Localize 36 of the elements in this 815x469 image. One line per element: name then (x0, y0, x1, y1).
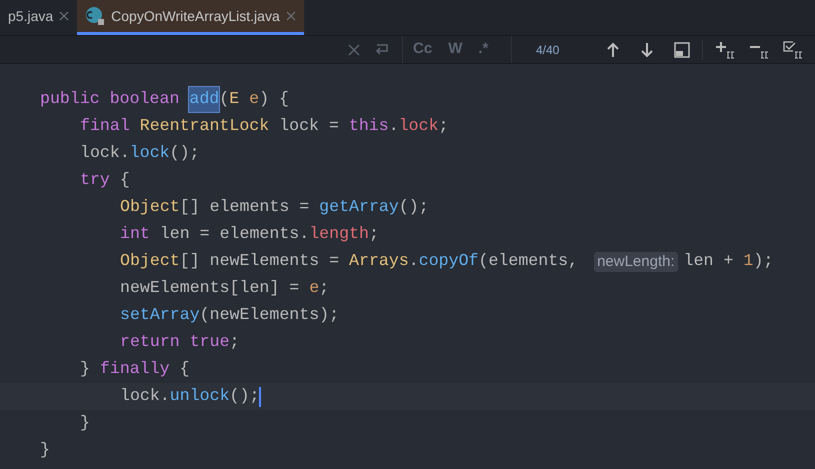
code-text: return true; (120, 331, 240, 354)
add-occurrence-icon[interactable] (715, 40, 737, 58)
arrow-down-icon[interactable] (640, 42, 654, 58)
parameter-hint: newLength: (594, 252, 678, 272)
editor-tab[interactable]: p5.java (0, 0, 78, 35)
close-icon[interactable] (59, 11, 70, 21)
code-text: Object[] newElements = Arrays.copyOf(elements, (120, 250, 580, 272)
code-text: len + 1); (684, 250, 774, 272)
select-all-icon[interactable] (674, 42, 690, 58)
tab-label: CopyOnWriteArrayList.java (111, 6, 280, 26)
return-arrow-icon[interactable] (374, 42, 390, 56)
search-option-toggle[interactable]: W (448, 38, 462, 61)
text-caret (259, 386, 262, 406)
code-text: lock.lock(); (80, 142, 200, 164)
code-text: (E e) { (219, 88, 289, 110)
code-text: } (40, 439, 50, 462)
code-text: setArray(newElements); (120, 304, 340, 326)
code-text: Object[] elements = getArray(); (120, 196, 429, 218)
tab-label: p5.java (8, 6, 54, 26)
close-icon[interactable] (348, 44, 360, 56)
code-text: final ReentrantLock lock = this.lock; (80, 115, 449, 138)
code-text: } (80, 412, 90, 434)
search-option-toggle[interactable]: .* (478, 38, 488, 61)
code-text: int len = elements.length; (120, 223, 379, 246)
checkbox-occurrences-icon[interactable] (783, 40, 805, 58)
editor-tab[interactable]: CopyOnWriteArrayList.java (77, 0, 304, 35)
code-text: public boolean (40, 88, 180, 110)
close-icon[interactable] (286, 11, 296, 21)
code-text: } finally { (80, 358, 190, 380)
arrow-up-icon[interactable] (606, 42, 620, 58)
code-text: try { (80, 169, 130, 192)
match-count: 4/40 (536, 42, 560, 58)
search-match: add (189, 87, 220, 112)
code-text: newElements[len] = e; (120, 277, 330, 300)
code-text: lock.unlock(); (120, 385, 260, 408)
search-option-toggle[interactable]: Cc (413, 38, 432, 61)
